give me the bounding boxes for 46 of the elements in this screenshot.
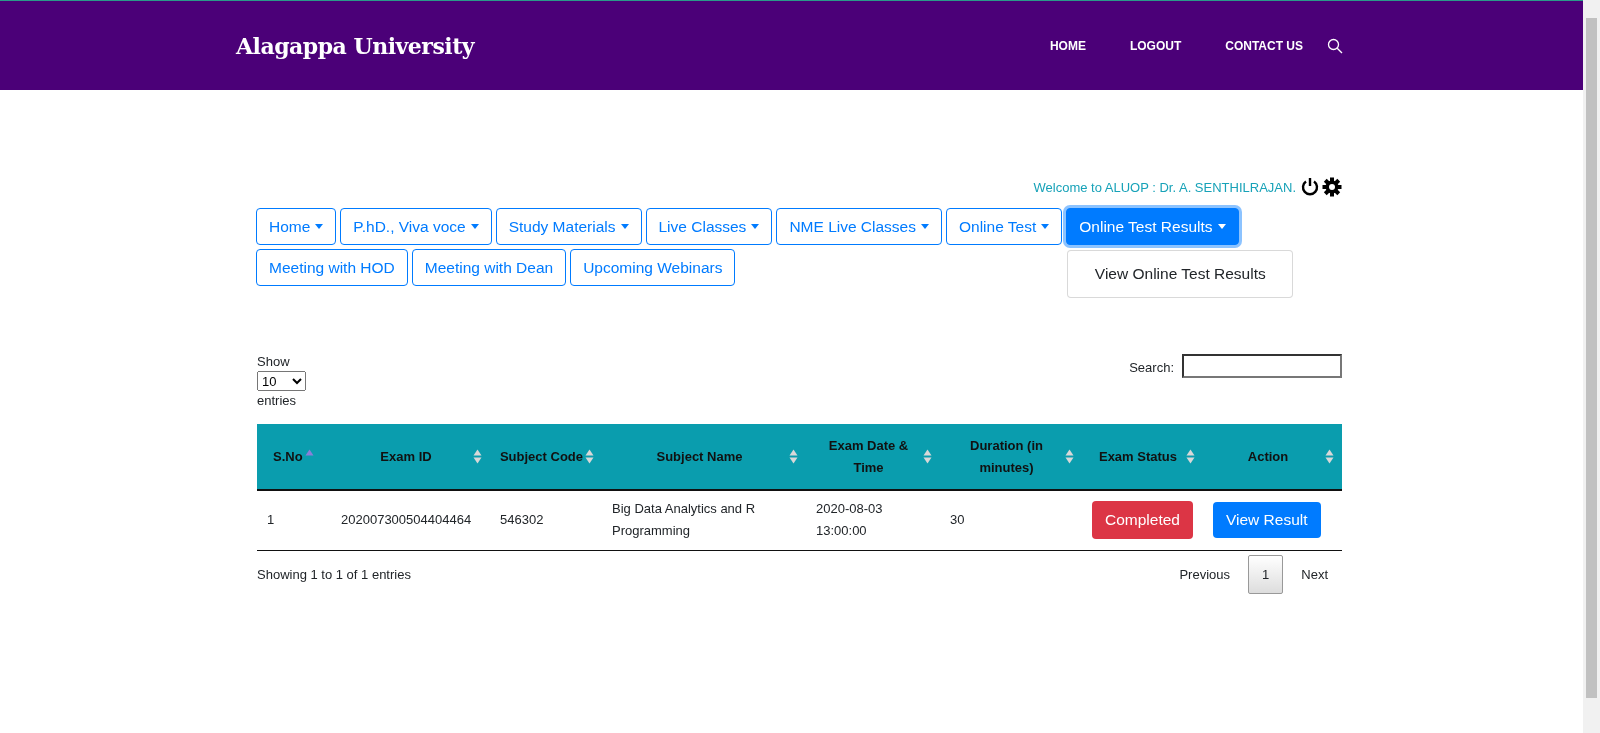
table-cell: 30 [940, 490, 1082, 550]
column-header[interactable]: Subject Code [490, 424, 602, 490]
table-cell: 2020-08-03 13:00:00 [806, 490, 940, 550]
menu-button[interactable]: Online Test Results [1066, 208, 1239, 245]
search-field[interactable] [1182, 354, 1342, 378]
column-header[interactable]: Duration (in minutes) [940, 424, 1082, 490]
menu-button[interactable]: Upcoming Webinars [570, 249, 736, 286]
scrollbar[interactable] [1583, 0, 1600, 733]
nav-link[interactable]: HOME [1049, 38, 1086, 53]
status-badge: Completed [1092, 501, 1193, 540]
column-header[interactable]: Exam ID [331, 424, 490, 490]
column-header[interactable]: Exam Status [1082, 424, 1203, 490]
menu-button[interactable]: Home [256, 208, 337, 245]
power-icon[interactable] [1300, 177, 1320, 197]
nav-link[interactable]: CONTACT US [1225, 38, 1303, 53]
site-title[interactable]: Alagappa University [236, 32, 475, 59]
menu-button[interactable]: Study Materials [495, 208, 642, 245]
column-header[interactable]: S.No [257, 424, 331, 490]
menu-button[interactable]: Meeting with Dean [411, 249, 567, 286]
table-cell: 546302 [490, 490, 602, 550]
menu-button[interactable]: Meeting with HOD [256, 249, 408, 286]
table-cell: Big Data Analytics and R Programming [602, 490, 806, 550]
table-cell: 202007300504404464 [331, 490, 490, 550]
nav-link[interactable]: LOGOUT [1129, 38, 1182, 53]
menu-button[interactable]: Online Test [946, 208, 1063, 245]
table-cell: 1 [257, 490, 331, 550]
entries-select[interactable]: 10 [257, 371, 306, 391]
next-link[interactable]: Next [1287, 566, 1342, 582]
menu-button[interactable]: Live Classes [645, 208, 773, 245]
column-header[interactable]: Exam Date & Time [806, 424, 940, 490]
welcome-text: Welcome to ALUOP : Dr. A. SENTHILRAJAN. [1033, 179, 1296, 195]
show-label: Show [257, 354, 290, 369]
scrollbar-thumb[interactable] [1586, 18, 1597, 698]
page-button[interactable]: 1 [1248, 554, 1284, 594]
search-label: Search: [1129, 360, 1174, 375]
menu-button[interactable]: NME Live Classes [776, 208, 942, 245]
entries-label: entries [257, 393, 297, 408]
view-result-button[interactable]: View Result [1213, 502, 1321, 539]
entries-info: Showing 1 to 1 of 1 entries [257, 566, 411, 582]
dropdown-item[interactable]: View Online Test Results [1068, 259, 1293, 289]
menu-button[interactable]: P.hD., Viva voce [340, 208, 492, 245]
search-icon[interactable] [1327, 37, 1343, 54]
column-header[interactable]: Action [1203, 424, 1342, 490]
previous-link[interactable]: Previous [1165, 566, 1245, 582]
column-header[interactable]: Subject Name [602, 424, 806, 490]
settings-icon[interactable] [1322, 177, 1342, 197]
